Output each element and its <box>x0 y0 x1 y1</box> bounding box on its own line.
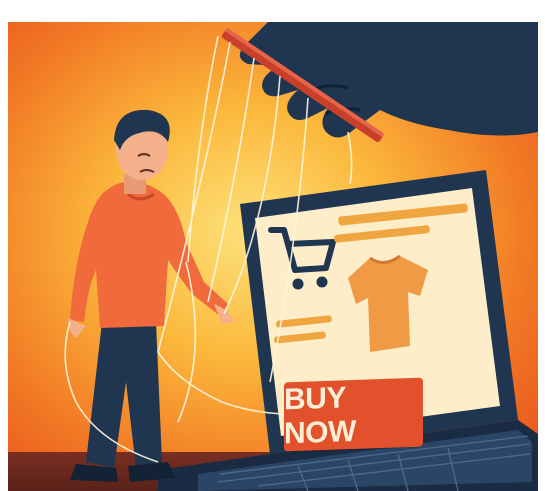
buy-now-button[interactable]: BUY NOW <box>284 377 423 452</box>
illustration <box>8 22 538 491</box>
illustration-frame: BUY NOW <box>8 22 538 491</box>
